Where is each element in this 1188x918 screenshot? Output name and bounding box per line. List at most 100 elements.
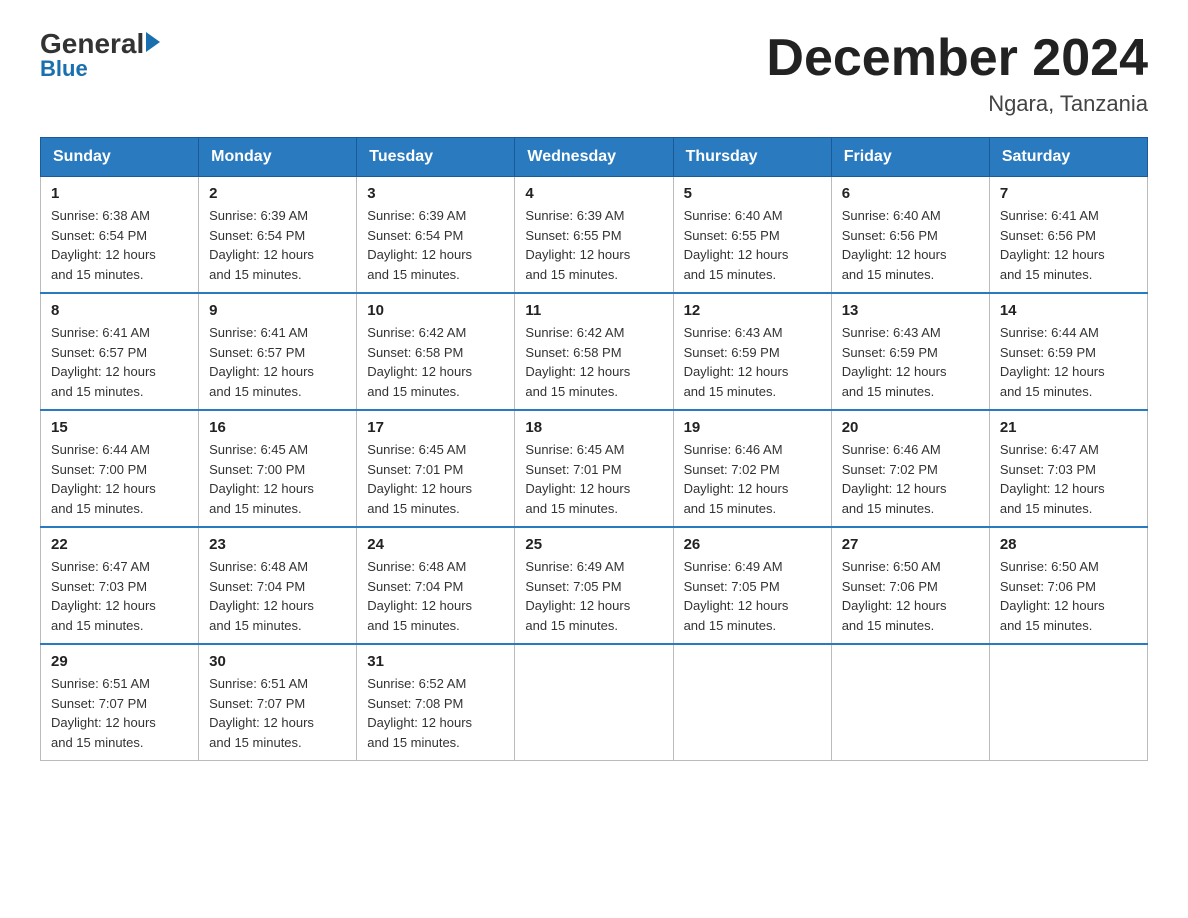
day-info: Sunrise: 6:45 AM Sunset: 7:01 PM Dayligh…	[367, 440, 504, 518]
calendar-cell: 19 Sunrise: 6:46 AM Sunset: 7:02 PM Dayl…	[673, 410, 831, 527]
col-thursday: Thursday	[673, 138, 831, 177]
title-area: December 2024 Ngara, Tanzania	[766, 30, 1148, 117]
day-number: 24	[367, 536, 504, 553]
day-number: 2	[209, 185, 346, 202]
day-number: 26	[684, 536, 821, 553]
calendar-cell: 14 Sunrise: 6:44 AM Sunset: 6:59 PM Dayl…	[989, 293, 1147, 410]
day-info: Sunrise: 6:50 AM Sunset: 7:06 PM Dayligh…	[1000, 557, 1137, 635]
day-info: Sunrise: 6:52 AM Sunset: 7:08 PM Dayligh…	[367, 674, 504, 752]
logo-text-general: General	[40, 30, 144, 58]
day-number: 5	[684, 185, 821, 202]
day-number: 12	[684, 302, 821, 319]
logo-text-blue: Blue	[40, 58, 160, 80]
col-sunday: Sunday	[41, 138, 199, 177]
calendar-cell: 18 Sunrise: 6:45 AM Sunset: 7:01 PM Dayl…	[515, 410, 673, 527]
day-number: 16	[209, 419, 346, 436]
day-info: Sunrise: 6:49 AM Sunset: 7:05 PM Dayligh…	[525, 557, 662, 635]
calendar-header-row: Sunday Monday Tuesday Wednesday Thursday…	[41, 138, 1148, 177]
location-title: Ngara, Tanzania	[766, 91, 1148, 117]
month-title: December 2024	[766, 30, 1148, 87]
calendar-cell: 24 Sunrise: 6:48 AM Sunset: 7:04 PM Dayl…	[357, 527, 515, 644]
calendar-cell: 23 Sunrise: 6:48 AM Sunset: 7:04 PM Dayl…	[199, 527, 357, 644]
day-number: 8	[51, 302, 188, 319]
day-info: Sunrise: 6:48 AM Sunset: 7:04 PM Dayligh…	[209, 557, 346, 635]
day-number: 19	[684, 419, 821, 436]
calendar-cell: 1 Sunrise: 6:38 AM Sunset: 6:54 PM Dayli…	[41, 177, 199, 294]
calendar-cell: 15 Sunrise: 6:44 AM Sunset: 7:00 PM Dayl…	[41, 410, 199, 527]
day-number: 14	[1000, 302, 1137, 319]
day-number: 17	[367, 419, 504, 436]
calendar-cell: 25 Sunrise: 6:49 AM Sunset: 7:05 PM Dayl…	[515, 527, 673, 644]
day-number: 23	[209, 536, 346, 553]
day-info: Sunrise: 6:44 AM Sunset: 6:59 PM Dayligh…	[1000, 323, 1137, 401]
day-info: Sunrise: 6:41 AM Sunset: 6:57 PM Dayligh…	[209, 323, 346, 401]
calendar-cell: 21 Sunrise: 6:47 AM Sunset: 7:03 PM Dayl…	[989, 410, 1147, 527]
calendar-cell: 17 Sunrise: 6:45 AM Sunset: 7:01 PM Dayl…	[357, 410, 515, 527]
calendar-cell: 22 Sunrise: 6:47 AM Sunset: 7:03 PM Dayl…	[41, 527, 199, 644]
day-info: Sunrise: 6:50 AM Sunset: 7:06 PM Dayligh…	[842, 557, 979, 635]
day-number: 27	[842, 536, 979, 553]
calendar-cell: 28 Sunrise: 6:50 AM Sunset: 7:06 PM Dayl…	[989, 527, 1147, 644]
day-number: 4	[525, 185, 662, 202]
day-info: Sunrise: 6:43 AM Sunset: 6:59 PM Dayligh…	[842, 323, 979, 401]
calendar-cell	[831, 644, 989, 761]
day-number: 20	[842, 419, 979, 436]
col-monday: Monday	[199, 138, 357, 177]
calendar-cell: 8 Sunrise: 6:41 AM Sunset: 6:57 PM Dayli…	[41, 293, 199, 410]
day-info: Sunrise: 6:39 AM Sunset: 6:54 PM Dayligh…	[367, 206, 504, 284]
day-number: 22	[51, 536, 188, 553]
day-info: Sunrise: 6:42 AM Sunset: 6:58 PM Dayligh…	[525, 323, 662, 401]
calendar-cell: 20 Sunrise: 6:46 AM Sunset: 7:02 PM Dayl…	[831, 410, 989, 527]
calendar-cell	[989, 644, 1147, 761]
day-number: 21	[1000, 419, 1137, 436]
day-number: 28	[1000, 536, 1137, 553]
day-info: Sunrise: 6:51 AM Sunset: 7:07 PM Dayligh…	[209, 674, 346, 752]
day-info: Sunrise: 6:47 AM Sunset: 7:03 PM Dayligh…	[1000, 440, 1137, 518]
calendar-cell: 31 Sunrise: 6:52 AM Sunset: 7:08 PM Dayl…	[357, 644, 515, 761]
calendar-cell: 10 Sunrise: 6:42 AM Sunset: 6:58 PM Dayl…	[357, 293, 515, 410]
calendar-week-2: 8 Sunrise: 6:41 AM Sunset: 6:57 PM Dayli…	[41, 293, 1148, 410]
col-friday: Friday	[831, 138, 989, 177]
day-number: 13	[842, 302, 979, 319]
calendar-cell: 29 Sunrise: 6:51 AM Sunset: 7:07 PM Dayl…	[41, 644, 199, 761]
day-number: 3	[367, 185, 504, 202]
col-wednesday: Wednesday	[515, 138, 673, 177]
day-info: Sunrise: 6:41 AM Sunset: 6:57 PM Dayligh…	[51, 323, 188, 401]
day-number: 31	[367, 653, 504, 670]
calendar-cell: 11 Sunrise: 6:42 AM Sunset: 6:58 PM Dayl…	[515, 293, 673, 410]
day-info: Sunrise: 6:39 AM Sunset: 6:54 PM Dayligh…	[209, 206, 346, 284]
col-saturday: Saturday	[989, 138, 1147, 177]
day-number: 18	[525, 419, 662, 436]
day-info: Sunrise: 6:44 AM Sunset: 7:00 PM Dayligh…	[51, 440, 188, 518]
logo: General Blue	[40, 30, 160, 80]
day-info: Sunrise: 6:38 AM Sunset: 6:54 PM Dayligh…	[51, 206, 188, 284]
day-info: Sunrise: 6:46 AM Sunset: 7:02 PM Dayligh…	[842, 440, 979, 518]
calendar-cell: 9 Sunrise: 6:41 AM Sunset: 6:57 PM Dayli…	[199, 293, 357, 410]
day-info: Sunrise: 6:40 AM Sunset: 6:56 PM Dayligh…	[842, 206, 979, 284]
day-info: Sunrise: 6:45 AM Sunset: 7:00 PM Dayligh…	[209, 440, 346, 518]
day-number: 10	[367, 302, 504, 319]
calendar-week-3: 15 Sunrise: 6:44 AM Sunset: 7:00 PM Dayl…	[41, 410, 1148, 527]
day-number: 30	[209, 653, 346, 670]
calendar-week-4: 22 Sunrise: 6:47 AM Sunset: 7:03 PM Dayl…	[41, 527, 1148, 644]
day-info: Sunrise: 6:48 AM Sunset: 7:04 PM Dayligh…	[367, 557, 504, 635]
calendar-week-1: 1 Sunrise: 6:38 AM Sunset: 6:54 PM Dayli…	[41, 177, 1148, 294]
day-info: Sunrise: 6:45 AM Sunset: 7:01 PM Dayligh…	[525, 440, 662, 518]
day-number: 1	[51, 185, 188, 202]
day-number: 9	[209, 302, 346, 319]
calendar-cell: 27 Sunrise: 6:50 AM Sunset: 7:06 PM Dayl…	[831, 527, 989, 644]
calendar-cell: 7 Sunrise: 6:41 AM Sunset: 6:56 PM Dayli…	[989, 177, 1147, 294]
calendar-table: Sunday Monday Tuesday Wednesday Thursday…	[40, 137, 1148, 761]
calendar-cell: 4 Sunrise: 6:39 AM Sunset: 6:55 PM Dayli…	[515, 177, 673, 294]
calendar-cell: 12 Sunrise: 6:43 AM Sunset: 6:59 PM Dayl…	[673, 293, 831, 410]
calendar-cell	[673, 644, 831, 761]
day-info: Sunrise: 6:51 AM Sunset: 7:07 PM Dayligh…	[51, 674, 188, 752]
calendar-cell: 16 Sunrise: 6:45 AM Sunset: 7:00 PM Dayl…	[199, 410, 357, 527]
calendar-cell: 26 Sunrise: 6:49 AM Sunset: 7:05 PM Dayl…	[673, 527, 831, 644]
calendar-cell: 30 Sunrise: 6:51 AM Sunset: 7:07 PM Dayl…	[199, 644, 357, 761]
calendar-cell: 13 Sunrise: 6:43 AM Sunset: 6:59 PM Dayl…	[831, 293, 989, 410]
day-info: Sunrise: 6:43 AM Sunset: 6:59 PM Dayligh…	[684, 323, 821, 401]
calendar-week-5: 29 Sunrise: 6:51 AM Sunset: 7:07 PM Dayl…	[41, 644, 1148, 761]
day-info: Sunrise: 6:40 AM Sunset: 6:55 PM Dayligh…	[684, 206, 821, 284]
day-info: Sunrise: 6:46 AM Sunset: 7:02 PM Dayligh…	[684, 440, 821, 518]
